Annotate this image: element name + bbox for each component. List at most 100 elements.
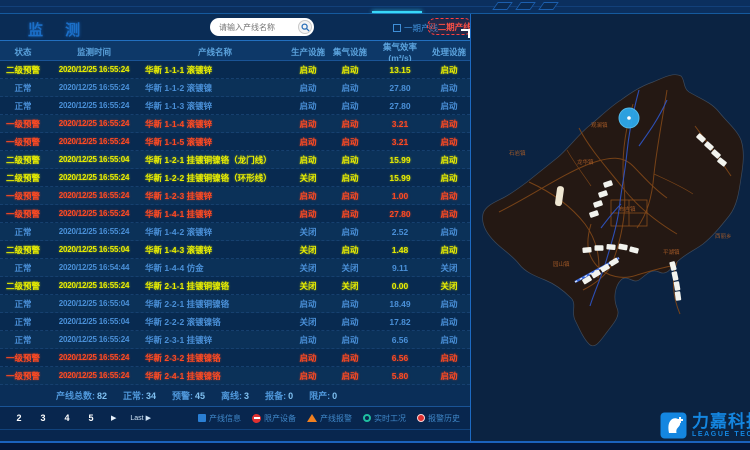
legend-line-info[interactable]: 产线信息 <box>198 413 241 424</box>
map-boundary <box>483 75 744 346</box>
checkbox-icon[interactable] <box>393 24 401 32</box>
search-input[interactable] <box>210 23 292 32</box>
district-map[interactable]: 观澜镇龙华镇布吉镇西丽乡平湖镇园山镇石岩镇 <box>471 14 750 441</box>
realtime-gauge-icon <box>363 414 371 422</box>
cell-gas-facility: 启动 <box>328 172 372 184</box>
cell-status: 正常 <box>0 226 46 238</box>
col-gas-facility: 集气设施 <box>328 46 372 58</box>
map-legend: 产线信息 限产设备 产线报警 实时工况 报警历史 <box>198 413 460 424</box>
search-icon <box>301 23 310 32</box>
map-cluster-marker[interactable] <box>606 244 615 250</box>
line-info-icon <box>198 414 206 422</box>
cell-treatment-facility: 启动 <box>428 64 470 76</box>
cell-gas-efficiency: 27.80 <box>372 101 428 111</box>
table-row[interactable]: 正常 2020/12/25 16:55:04 华新 2-2-1 挂镀铜镍铬 启动… <box>0 295 470 313</box>
cell-gas-efficiency: 0.00 <box>372 281 428 291</box>
table-row[interactable]: 正常 2020/12/25 16:54:44 华新 1-4-4 仿金 关闭 关闭… <box>0 259 470 277</box>
table-row[interactable]: 一级预警 2020/12/25 16:55:24 华新 1-2-3 挂镀锌 启动… <box>0 187 470 205</box>
cell-line-name: 华新 2-1-1 挂镀铜镍铬 <box>142 280 288 292</box>
table-row[interactable]: 二级预警 2020/12/25 16:55:24 华新 1-1-1 滚镀锌 启动… <box>0 61 470 79</box>
map-place-label: 石岩镇 <box>509 149 526 157</box>
page-3[interactable]: 3 <box>31 413 55 423</box>
table-row[interactable]: 正常 2020/12/25 16:55:24 华新 1-4-2 滚镀锌 关闭 启… <box>0 223 470 241</box>
table-row[interactable]: 二级预警 2020/12/25 16:55:04 华新 1-4-3 滚镀锌 关闭… <box>0 241 470 259</box>
col-production-facility: 生产设施 <box>288 46 328 58</box>
cell-monitor-time: 2020/12/25 16:55:24 <box>46 137 142 146</box>
device-marker-dot <box>627 116 631 120</box>
map-cluster-marker[interactable] <box>671 271 678 281</box>
map-cluster-marker[interactable] <box>582 247 591 253</box>
table-row[interactable]: 二级预警 2020/12/25 16:55:04 华新 1-2-1 挂镀铜镍铬（… <box>0 151 470 169</box>
cell-treatment-facility: 启动 <box>428 316 470 328</box>
search-button[interactable] <box>298 20 312 34</box>
cell-line-name: 华新 1-1-2 滚镀镍 <box>142 82 288 94</box>
table-row[interactable]: 一级预警 2020/12/25 16:55:24 华新 1-1-5 滚镀锌 启动… <box>0 133 470 151</box>
legend-limit-equipment[interactable]: 限产设备 <box>252 413 296 424</box>
checked-icon: ☑ <box>428 22 435 31</box>
cell-gas-efficiency: 18.49 <box>372 299 428 309</box>
page-2[interactable]: 2 <box>7 413 31 423</box>
table-row[interactable]: 正常 2020/12/25 16:55:04 华新 2-2-2 滚镀镍铬 关闭 … <box>0 313 470 331</box>
search-box[interactable] <box>210 18 314 36</box>
cell-treatment-facility: 关闭 <box>428 280 470 292</box>
cell-gas-efficiency: 15.99 <box>372 173 428 183</box>
cell-production-facility: 关闭 <box>288 262 328 274</box>
cell-line-name: 华新 2-3-2 挂镀镍铬 <box>142 352 288 364</box>
cell-treatment-facility: 启动 <box>428 154 470 166</box>
summary-reported: 报备:0 <box>265 389 293 402</box>
map-place-label: 西丽乡 <box>715 233 732 240</box>
cell-production-facility: 启动 <box>288 298 328 310</box>
cell-status: 正常 <box>0 298 46 310</box>
table-row[interactable]: 一级预警 2020/12/25 16:55:24 华新 2-4-1 挂镀镍铬 启… <box>0 367 470 385</box>
legend-label: 产线报警 <box>320 413 352 424</box>
table-row[interactable]: 正常 2020/12/25 16:55:24 华新 1-1-3 滚镀锌 启动 启… <box>0 97 470 115</box>
map-cluster-marker[interactable] <box>674 281 681 291</box>
table-row[interactable]: 正常 2020/12/25 16:55:24 华新 1-1-2 滚镀镍 启动 启… <box>0 79 470 97</box>
next-page-button[interactable]: ▶ <box>111 414 116 422</box>
cell-gas-facility: 启动 <box>328 64 372 76</box>
legend-alarm-history[interactable]: 报警历史 <box>417 413 460 424</box>
col-gas-efficiency: 集气效率(m³/s) <box>372 41 428 63</box>
col-treatment-facility: 处理设施 <box>428 46 470 58</box>
page-4[interactable]: 4 <box>55 413 79 423</box>
cell-treatment-facility: 启动 <box>428 226 470 238</box>
alarm-history-icon <box>417 414 425 422</box>
cell-gas-efficiency: 15.99 <box>372 155 428 165</box>
cell-monitor-time: 2020/12/25 16:55:04 <box>46 299 142 308</box>
page-5[interactable]: 5 <box>79 413 103 423</box>
legend-realtime-status[interactable]: 实时工况 <box>363 413 406 424</box>
deco-slash <box>492 2 513 10</box>
cell-status: 二级预警 <box>0 64 46 76</box>
map-panel[interactable]: 观澜镇龙华镇布吉镇西丽乡平湖镇园山镇石岩镇 力嘉科技 LEAGUE TECH <box>470 14 750 441</box>
cell-treatment-facility: 启动 <box>428 100 470 112</box>
cell-production-facility: 启动 <box>288 154 328 166</box>
deco-line <box>0 6 750 7</box>
cell-monitor-time: 2020/12/25 16:55:24 <box>46 353 142 362</box>
cell-status: 一级预警 <box>0 118 46 130</box>
table-row[interactable]: 正常 2020/12/25 16:55:24 华新 2-3-1 挂镀锌 启动 启… <box>0 331 470 349</box>
cyan-accent-line <box>372 11 422 13</box>
cell-monitor-time: 2020/12/25 16:55:24 <box>46 227 142 236</box>
table-row[interactable]: 二级预警 2020/12/25 16:55:24 华新 2-1-1 挂镀铜镍铬 … <box>0 277 470 295</box>
cell-treatment-facility: 启动 <box>428 172 470 184</box>
cell-monitor-time: 2020/12/25 16:55:24 <box>46 119 142 128</box>
page-1[interactable]: 1 <box>0 413 7 423</box>
cell-line-name: 华新 1-4-3 滚镀锌 <box>142 244 288 256</box>
cell-gas-efficiency: 6.56 <box>372 353 428 363</box>
cell-treatment-facility: 启动 <box>428 352 470 364</box>
last-page-button[interactable]: Last ▶ <box>130 414 151 422</box>
cell-production-facility: 关闭 <box>288 280 328 292</box>
cell-gas-facility: 关闭 <box>328 262 372 274</box>
table-row[interactable]: 二级预警 2020/12/25 16:55:24 华新 1-2-2 挂镀铜镍铬（… <box>0 169 470 187</box>
table-row[interactable]: 一级预警 2020/12/25 16:55:24 华新 2-3-2 挂镀镍铬 启… <box>0 349 470 367</box>
cell-line-name: 华新 1-1-5 滚镀锌 <box>142 136 288 148</box>
legend-line-alarm[interactable]: 产线报警 <box>307 413 352 424</box>
pagination-bar: 1 2 3 4 5 ▶ Last ▶ 产线信息 限产设备 产线报警 实时工况 报… <box>0 407 470 430</box>
map-cluster-marker[interactable] <box>595 245 604 251</box>
table-row[interactable]: 一级预警 2020/12/25 16:55:24 华新 1-4-1 挂镀锌 启动… <box>0 205 470 223</box>
table-row[interactable]: 一级预警 2020/12/25 16:55:24 华新 1-1-4 滚镀锌 启动… <box>0 115 470 133</box>
logo-cn: 力嘉科技 <box>692 413 750 431</box>
cell-gas-facility: 启动 <box>328 208 372 220</box>
cell-monitor-time: 2020/12/25 16:54:44 <box>46 263 142 272</box>
cell-gas-efficiency: 1.48 <box>372 245 428 255</box>
